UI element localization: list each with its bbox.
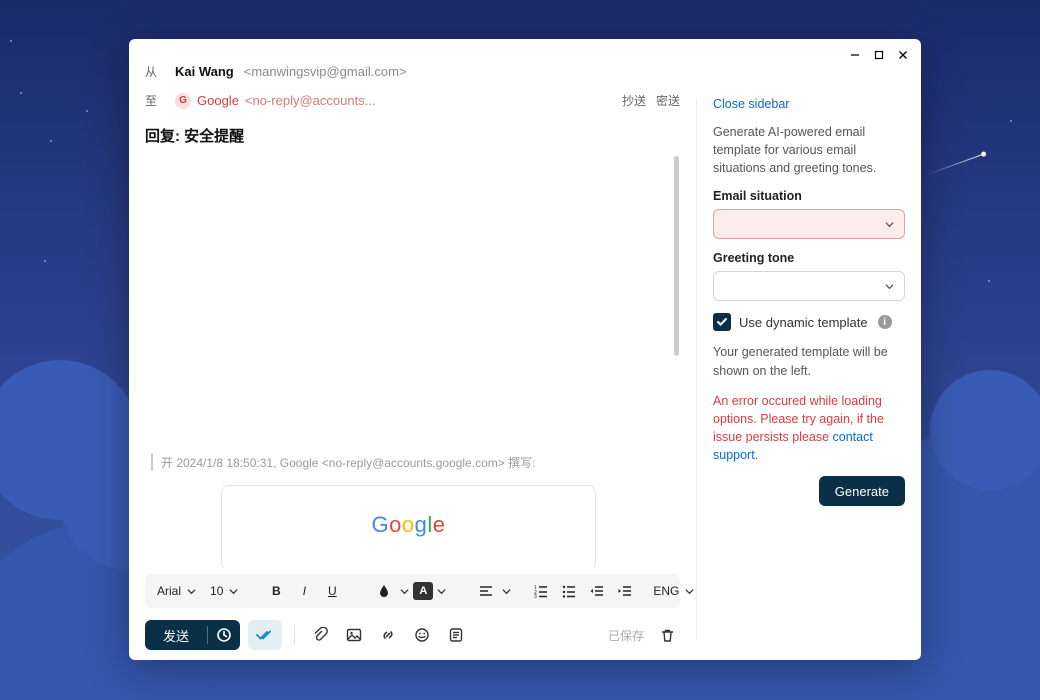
from-row: 从 Kai Wang <manwingsvip@gmail.com> [145, 57, 680, 86]
underline-button[interactable]: U [320, 579, 344, 603]
align-button[interactable] [474, 579, 498, 603]
error-message: An error occured while loading options. … [713, 392, 905, 465]
compose-panel: 从 Kai Wang <manwingsvip@gmail.com> 至 G G… [129, 39, 696, 660]
from-label: 从 [145, 63, 165, 80]
recipient-email: <no-reply@accounts... [245, 93, 376, 108]
emoji-icon [414, 627, 430, 643]
chevron-down-icon [885, 220, 894, 229]
emoji-button[interactable] [409, 622, 435, 648]
note-icon [448, 627, 464, 643]
bold-button[interactable]: B [264, 579, 288, 603]
ordered-list-button[interactable]: 123 [529, 579, 553, 603]
editor-body[interactable]: 开 2024/1/8 18:50:31, Google <no-reply@ac… [145, 154, 680, 568]
ai-sidebar: Close sidebar Generate AI-powered email … [697, 39, 921, 660]
link-icon [380, 627, 396, 643]
compose-window: 从 Kai Wang <manwingsvip@gmail.com> 至 G G… [129, 39, 921, 660]
tracking-button[interactable] [248, 620, 282, 650]
to-label: 至 [145, 92, 165, 109]
to-row[interactable]: 至 G Google <no-reply@accounts... 抄送 密送 [145, 86, 680, 115]
outdent-button[interactable] [585, 579, 609, 603]
chevron-down-icon[interactable] [437, 587, 446, 596]
trash-icon [660, 628, 675, 643]
template-button[interactable] [443, 622, 469, 648]
language-select[interactable]: ENG [649, 582, 698, 600]
schedule-send-button[interactable] [208, 620, 240, 650]
chevron-down-icon[interactable] [400, 587, 409, 596]
check-icon [716, 316, 728, 328]
dynamic-template-row: Use dynamic template i [713, 313, 905, 331]
from-name: Kai Wang [175, 64, 234, 79]
chevron-down-icon [229, 587, 238, 596]
recipient-chip[interactable]: G Google <no-reply@accounts... [175, 93, 376, 109]
bcc-button[interactable]: 密送 [656, 92, 680, 109]
quoted-card: Google [221, 485, 596, 568]
info-icon[interactable]: i [878, 315, 892, 329]
dynamic-template-label: Use dynamic template [739, 315, 868, 330]
tone-select[interactable] [713, 271, 905, 301]
quoted-message: 开 2024/1/8 18:50:31, Google <no-reply@ac… [151, 454, 666, 568]
sidebar-description: Generate AI-powered email template for v… [713, 123, 905, 177]
sidebar-note: Your generated template will be shown on… [713, 343, 905, 379]
indent-button[interactable] [613, 579, 637, 603]
double-check-icon [256, 628, 274, 642]
discard-button[interactable] [654, 622, 680, 648]
clock-icon [216, 627, 232, 643]
saved-status: 已保存 [608, 627, 644, 644]
google-logo: Google [371, 512, 445, 538]
font-family-select[interactable]: Arial [153, 582, 200, 600]
language-label: ENG [653, 584, 679, 598]
italic-button[interactable]: I [292, 579, 316, 603]
dynamic-template-checkbox[interactable] [713, 313, 731, 331]
svg-text:3: 3 [534, 594, 537, 598]
generate-button[interactable]: Generate [819, 476, 905, 506]
font-size-label: 10 [210, 584, 223, 598]
paperclip-icon [312, 627, 328, 643]
tone-label: Greeting tone [713, 251, 905, 265]
attachment-button[interactable] [307, 622, 333, 648]
subject-field[interactable]: 回复: 安全提醒 [145, 115, 680, 154]
link-button[interactable] [375, 622, 401, 648]
situation-select[interactable] [713, 209, 905, 239]
scrollbar-thumb[interactable] [674, 156, 679, 356]
font-size-select[interactable]: 10 [206, 582, 242, 600]
recipient-avatar: G [175, 93, 191, 109]
close-sidebar-link[interactable]: Close sidebar [713, 97, 905, 111]
send-button-group: 发送 [145, 620, 240, 650]
maximize-button[interactable] [869, 45, 889, 65]
font-family-label: Arial [157, 584, 181, 598]
chevron-down-icon [187, 587, 196, 596]
text-color-button[interactable] [372, 579, 396, 603]
chevron-down-icon [685, 587, 694, 596]
image-button[interactable] [341, 622, 367, 648]
cc-button[interactable]: 抄送 [622, 92, 646, 109]
chevron-down-icon [885, 282, 894, 291]
image-icon [346, 627, 362, 643]
send-button[interactable]: 发送 [145, 620, 207, 650]
action-bar: 发送 [145, 614, 680, 652]
chevron-down-icon[interactable] [502, 587, 511, 596]
highlight-button[interactable]: A [413, 582, 433, 600]
window-controls [845, 45, 913, 65]
minimize-button[interactable] [845, 45, 865, 65]
from-email: <manwingsvip@gmail.com> [244, 64, 407, 79]
close-button[interactable] [893, 45, 913, 65]
recipient-name: Google [197, 93, 239, 108]
unordered-list-button[interactable] [557, 579, 581, 603]
situation-label: Email situation [713, 189, 905, 203]
format-toolbar: Arial 10 B I U [145, 574, 680, 608]
quoted-header: 开 2024/1/8 18:50:31, Google <no-reply@ac… [151, 454, 666, 471]
